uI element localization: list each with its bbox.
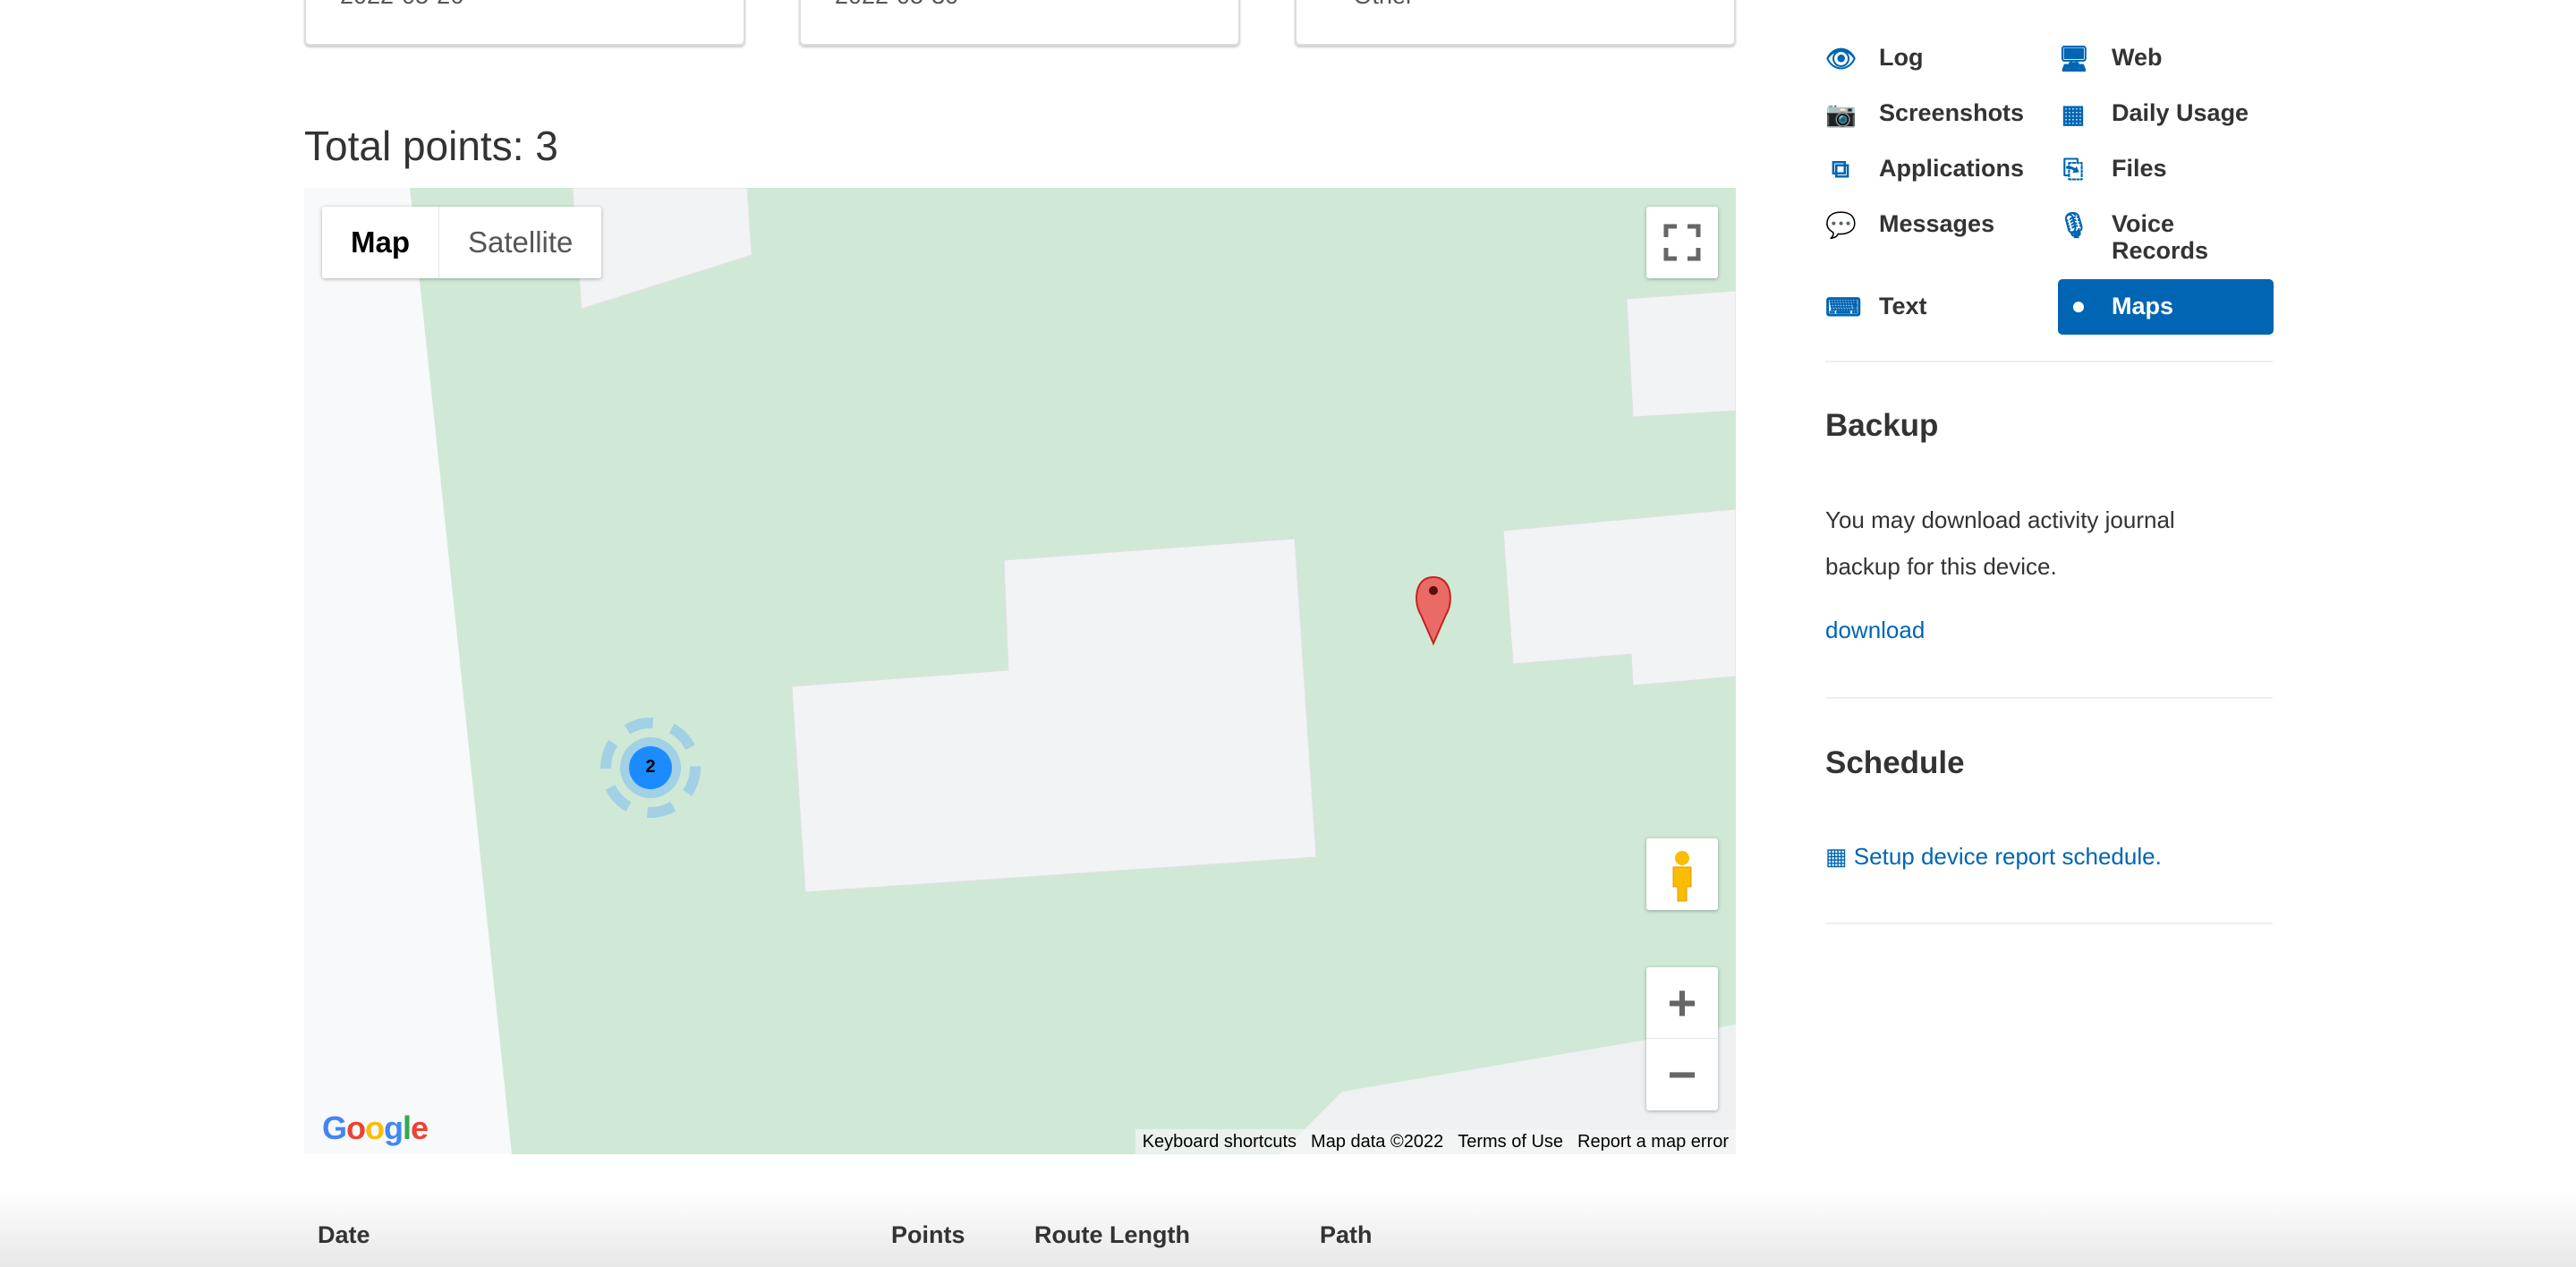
nav-label: Screenshots bbox=[1879, 99, 2025, 126]
keyboard-icon: ⌨ bbox=[1825, 293, 1862, 321]
nav-label: Log bbox=[1879, 44, 1924, 71]
date-to-field[interactable]: 2022-05-30 bbox=[799, 0, 1240, 46]
globe-icon: ● bbox=[2070, 292, 2087, 319]
date-to-value: 2022-05-30 bbox=[835, 0, 958, 8]
nav-text[interactable]: ⌨ Text bbox=[1825, 293, 1927, 321]
camera-icon: 📷 bbox=[1825, 100, 1857, 128]
location-pin-icon[interactable] bbox=[1416, 575, 1451, 646]
cluster-count: 2 bbox=[645, 757, 656, 777]
map-type-control: Map Satellite bbox=[322, 207, 602, 278]
eye-icon: 👁 bbox=[1825, 45, 1858, 72]
map-attribution: Keyboard shortcuts Map data ©2022 Terms … bbox=[1135, 1129, 1736, 1154]
backup-heading: Backup bbox=[1825, 408, 1939, 443]
nav-label: Daily Usage bbox=[2112, 99, 2249, 126]
keyboard-shortcuts-link[interactable]: Keyboard shortcuts bbox=[1135, 1129, 1304, 1154]
device-select[interactable]: -- Other -- bbox=[1295, 0, 1736, 46]
applications-icon: ⧉ bbox=[1832, 155, 1849, 183]
nav-maps[interactable]: ● Maps bbox=[2058, 279, 2274, 335]
device-select-value: -- Other -- bbox=[1331, 0, 1437, 8]
pegman-icon bbox=[1672, 851, 1692, 902]
setup-schedule-label: Setup device report schedule. bbox=[1853, 843, 2162, 870]
map-tiles bbox=[304, 188, 1736, 1154]
map-type-satellite-button[interactable]: Satellite bbox=[439, 207, 601, 278]
download-link[interactable]: download bbox=[1825, 616, 1925, 644]
backup-text-line1: You may download activity journal bbox=[1825, 506, 2175, 533]
nav-label: Text bbox=[1879, 293, 1927, 319]
fullscreen-button[interactable] bbox=[1646, 207, 1718, 278]
street-view-button[interactable] bbox=[1646, 838, 1718, 910]
zoom-in-button[interactable]: + bbox=[1646, 967, 1718, 1039]
nav-files[interactable]: ⎘ Files bbox=[2058, 155, 2167, 183]
nav-label: Web bbox=[2112, 44, 2163, 71]
nav-label: Messages bbox=[1879, 210, 1995, 237]
files-icon: ⎘ bbox=[2062, 155, 2084, 183]
nav-label: Applications bbox=[1879, 155, 2025, 182]
divider bbox=[1825, 923, 2273, 924]
zoom-control: + − bbox=[1646, 967, 1718, 1110]
google-logo: Google bbox=[322, 1110, 429, 1146]
calendar-icon: ▦ bbox=[1825, 843, 1854, 870]
nav-messages[interactable]: 💬 Messages bbox=[1825, 210, 1995, 239]
nav-label: Voice Records bbox=[2112, 210, 2209, 264]
schedule-heading: Schedule bbox=[1825, 745, 1965, 780]
map-type-map-button[interactable]: Map bbox=[322, 207, 439, 278]
divider bbox=[1825, 361, 2273, 362]
backup-text-line2: backup for this device. bbox=[1825, 553, 2057, 580]
column-path[interactable]: Path bbox=[1320, 1221, 1373, 1249]
nav-label: Maps bbox=[2112, 293, 2174, 319]
column-route-length[interactable]: Route Length bbox=[1034, 1221, 1190, 1249]
total-points-heading: Total points: 3 bbox=[304, 123, 558, 169]
divider bbox=[1825, 697, 2273, 699]
terms-link[interactable]: Terms of Use bbox=[1450, 1129, 1570, 1154]
nav-web[interactable]: 🖥 Web bbox=[2058, 44, 2163, 72]
nav-screenshots[interactable]: 📷 Screenshots bbox=[1825, 99, 2025, 128]
speech-bubble-icon: 💬 bbox=[1825, 211, 1857, 239]
date-from-field[interactable]: 2022-05-26 bbox=[304, 0, 745, 46]
fullscreen-icon bbox=[1663, 224, 1701, 261]
zoom-out-button[interactable]: − bbox=[1646, 1039, 1718, 1110]
report-error-link[interactable]: Report a map error bbox=[1570, 1129, 1736, 1154]
nav-log[interactable]: 👁 Log bbox=[1825, 44, 1924, 72]
nav-voice-records[interactable]: 🎙 Voice Records bbox=[2058, 210, 2237, 264]
column-date[interactable]: Date bbox=[318, 1221, 370, 1249]
map-data-text: Map data ©2022 bbox=[1311, 1132, 1444, 1152]
microphone-icon: 🎙 bbox=[2058, 211, 2090, 239]
nav-label: Files bbox=[2112, 155, 2167, 182]
calendar-icon: ▦ bbox=[2061, 100, 2086, 128]
map[interactable]: 2 Map Satellite + − Google Keyboard shor… bbox=[304, 188, 1736, 1154]
nav-daily-usage[interactable]: ▦ Daily Usage bbox=[2058, 99, 2249, 128]
setup-schedule-link[interactable]: ▦ Setup device report schedule. bbox=[1825, 843, 2162, 871]
nav-applications[interactable]: ⧉ Applications bbox=[1825, 155, 2025, 183]
column-points[interactable]: Points bbox=[891, 1221, 965, 1249]
table-header: Date Points Route Length Path bbox=[0, 1190, 2576, 1267]
date-from-value: 2022-05-26 bbox=[340, 0, 463, 8]
monitor-icon: 🖥 bbox=[2058, 45, 2090, 72]
